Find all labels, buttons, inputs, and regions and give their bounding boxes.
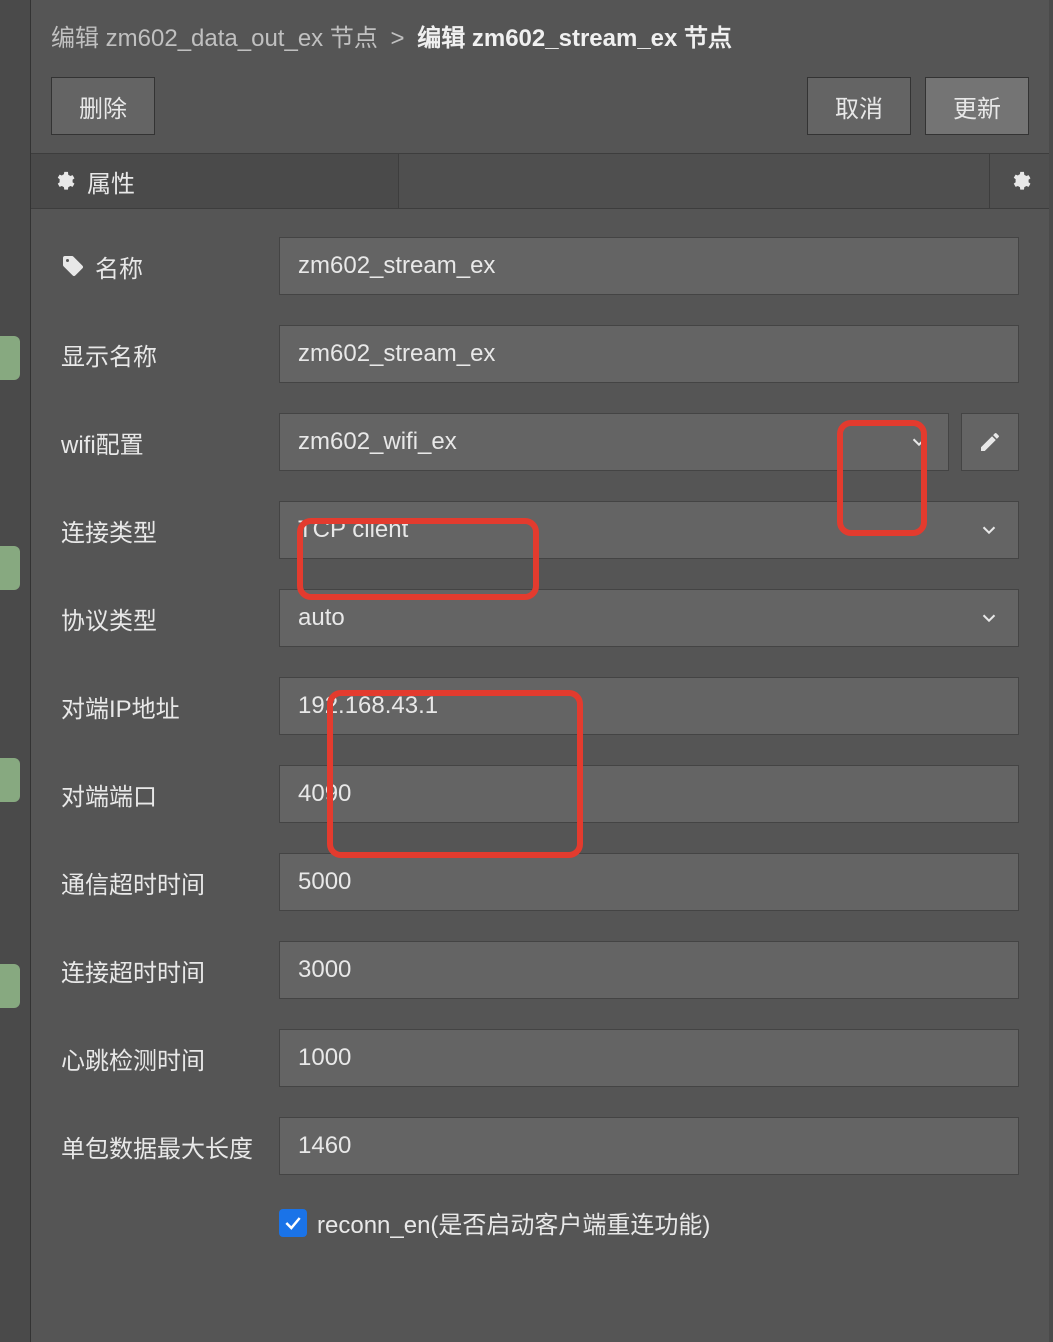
update-button[interactable]: 更新 — [925, 77, 1029, 135]
wifi-config-select[interactable]: zm602_wifi_ex — [279, 413, 949, 471]
breadcrumb: 编辑 zm602_data_out_ex 节点 > 编辑 zm602_strea… — [31, 0, 1049, 67]
tab-properties[interactable]: 属性 — [31, 154, 399, 208]
connection-type-value: TCP client — [298, 516, 408, 544]
breadcrumb-parent[interactable]: 编辑 zm602_data_out_ex 节点 — [51, 25, 378, 52]
maxlen-input[interactable] — [279, 1117, 1019, 1175]
canvas-node-fragment — [0, 336, 20, 380]
delete-button[interactable]: 删除 — [51, 77, 155, 135]
tag-icon — [61, 254, 85, 278]
settings-button[interactable] — [989, 154, 1049, 208]
reconn-label: reconn_en(是否启动客户端重连功能) — [317, 1205, 710, 1240]
chevron-down-icon — [978, 519, 1000, 541]
proto-label: 协议类型 — [61, 601, 279, 636]
conn-timeout-label: 连接超时时间 — [61, 953, 279, 988]
display-name-input[interactable] — [279, 325, 1019, 383]
editor-panel: 编辑 zm602_data_out_ex 节点 > 编辑 zm602_strea… — [30, 0, 1049, 1342]
cancel-button[interactable]: 取消 — [807, 77, 911, 135]
peer-ip-input[interactable] — [279, 677, 1019, 735]
wifi-label: wifi配置 — [61, 425, 279, 460]
breadcrumb-separator: > — [391, 25, 405, 52]
protocol-type-value: auto — [298, 604, 345, 632]
canvas-node-fragment — [0, 758, 20, 802]
chevron-down-icon — [908, 431, 930, 453]
peer-ip-label: 对端IP地址 — [61, 689, 279, 724]
canvas-node-fragment — [0, 546, 20, 590]
name-input[interactable] — [279, 237, 1019, 295]
comm-timeout-input[interactable] — [279, 853, 1019, 911]
breadcrumb-current: 编辑 zm602_stream_ex 节点 — [417, 25, 732, 52]
display-label: 显示名称 — [61, 337, 279, 372]
maxlen-label: 单包数据最大长度 — [61, 1129, 279, 1164]
check-icon — [283, 1213, 303, 1233]
conn-type-label: 连接类型 — [61, 513, 279, 548]
comm-timeout-label: 通信超时时间 — [61, 865, 279, 900]
wifi-config-edit-button[interactable] — [961, 413, 1019, 471]
wifi-config-value: zm602_wifi_ex — [298, 428, 457, 456]
heartbeat-label: 心跳检测时间 — [61, 1041, 279, 1076]
peer-port-label: 对端端口 — [61, 777, 279, 812]
form: 名称 显示名称 wifi配置 zm602_wifi_ex — [31, 209, 1049, 1342]
conn-timeout-input[interactable] — [279, 941, 1019, 999]
reconn-checkbox[interactable] — [279, 1209, 307, 1237]
heartbeat-input[interactable] — [279, 1029, 1019, 1087]
gear-icon — [1009, 170, 1031, 192]
toolbar: 删除 取消 更新 — [31, 67, 1049, 153]
connection-type-select[interactable]: TCP client — [279, 501, 1019, 559]
name-label: 名称 — [95, 249, 143, 284]
gear-icon — [53, 170, 75, 192]
canvas-node-fragment — [0, 964, 20, 1008]
tabbar: 属性 — [31, 153, 1049, 209]
protocol-type-select[interactable]: auto — [279, 589, 1019, 647]
tab-properties-label: 属性 — [87, 164, 135, 199]
peer-port-input[interactable] — [279, 765, 1019, 823]
pencil-icon — [978, 430, 1002, 454]
chevron-down-icon — [978, 607, 1000, 629]
